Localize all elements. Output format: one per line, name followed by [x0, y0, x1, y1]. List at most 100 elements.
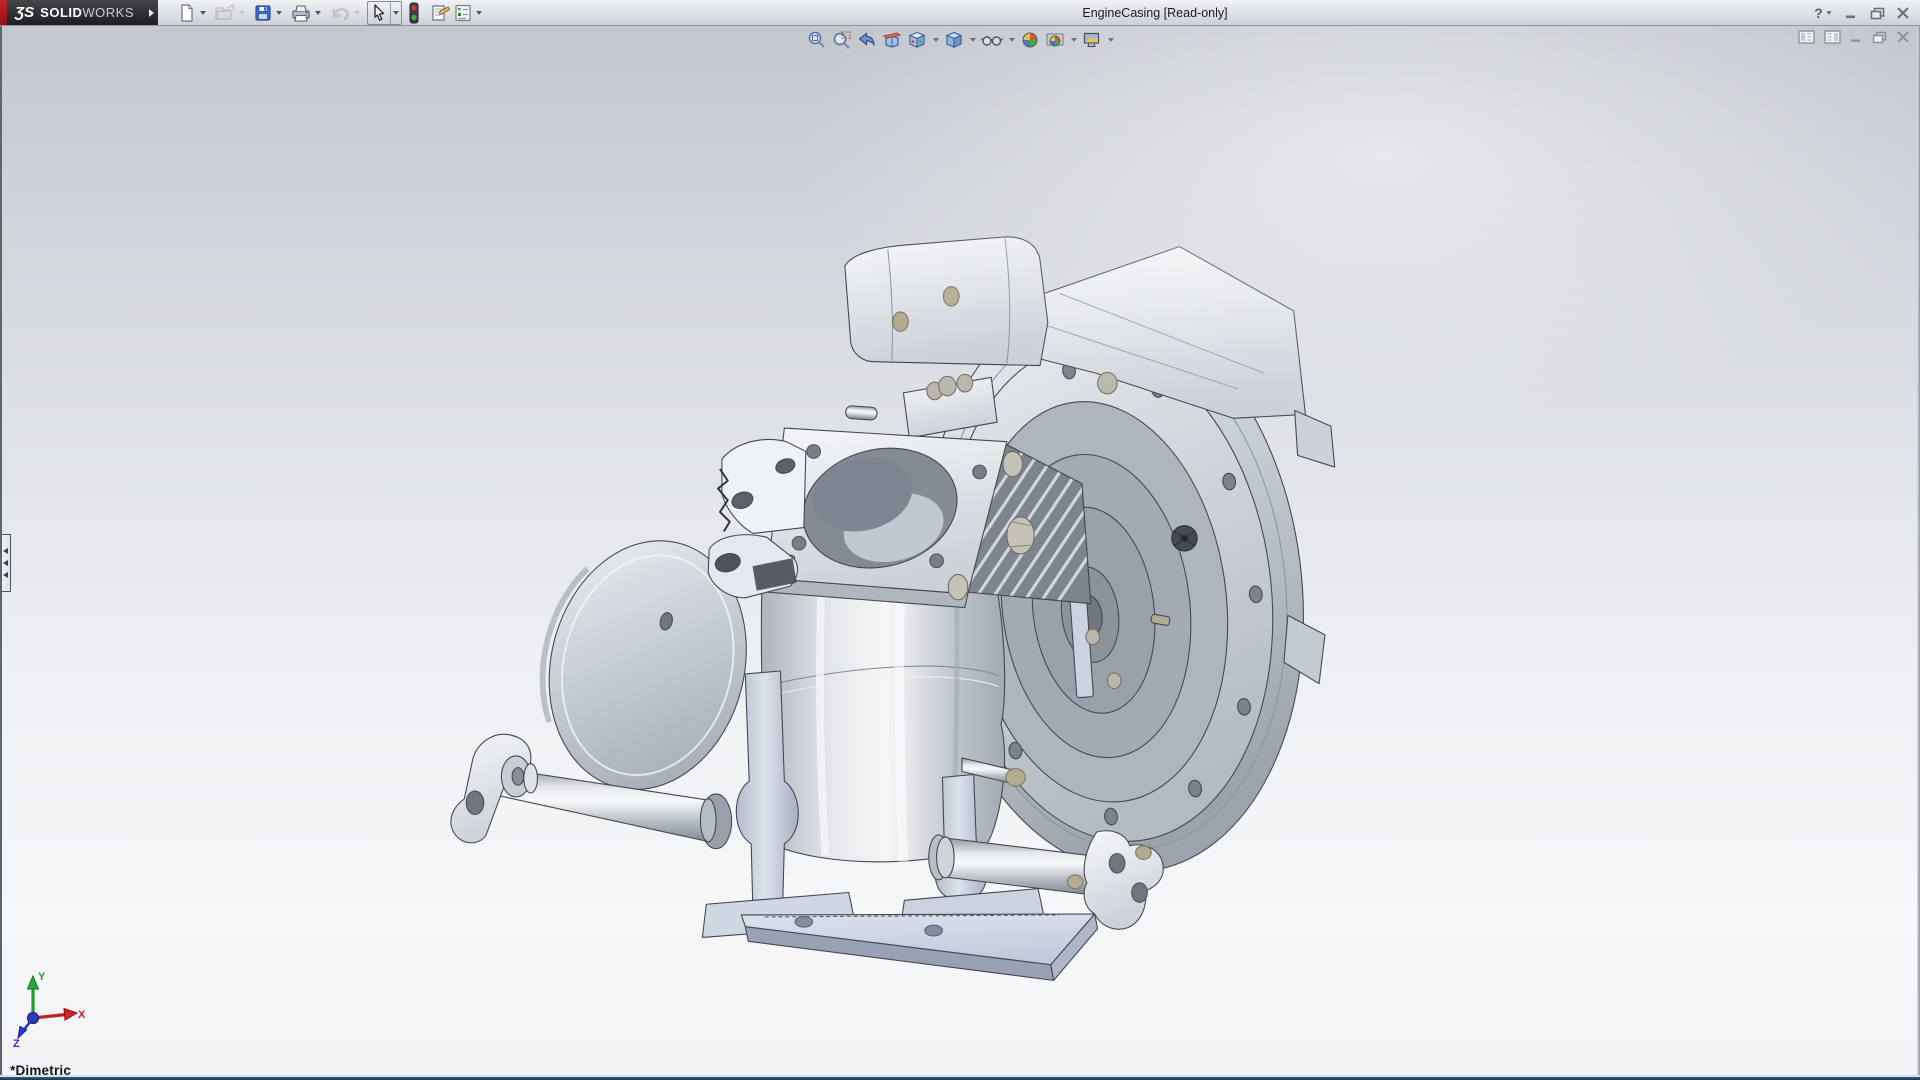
save-button[interactable]: [252, 1, 274, 25]
select-cursor-icon: [370, 3, 388, 23]
zoom-to-area-button[interactable]: [831, 29, 853, 51]
logo-mark: ƷS: [15, 4, 34, 21]
collapse-arrow-icon: [3, 560, 8, 566]
view-orientation-dropdown[interactable]: [931, 38, 940, 42]
reference-triad: Y X Z: [12, 970, 86, 1055]
zoom-to-area-icon: [832, 30, 852, 50]
accent-strip: [0, 0, 7, 25]
document-window-controls: [1798, 30, 1910, 44]
left-pane-icon: [1798, 30, 1815, 44]
print-dropdown[interactable]: [313, 1, 323, 25]
view-orientation-label: *Dimetric: [10, 1063, 71, 1075]
open-button[interactable]: [213, 1, 237, 25]
apply-scene-button[interactable]: [1044, 29, 1066, 51]
apply-scene-dropdown[interactable]: [1069, 38, 1078, 42]
triad-origin: [28, 1013, 39, 1024]
print-button[interactable]: [289, 1, 313, 25]
appearance-sphere-icon: [1020, 30, 1040, 50]
logo-brand-bold: SOLID: [40, 5, 82, 20]
section-view-icon: [882, 30, 902, 50]
help-button[interactable]: ?: [1810, 3, 1836, 23]
options-dropdown[interactable]: [474, 1, 484, 25]
restore-button[interactable]: [1866, 3, 1888, 23]
hide-show-items-button[interactable]: [980, 29, 1004, 51]
display-style-dropdown[interactable]: [968, 38, 977, 42]
help-icon: ?: [1814, 5, 1823, 21]
zoom-to-fit-icon: [807, 30, 827, 50]
view-settings-icon: [1082, 30, 1102, 50]
rebuild-button[interactable]: [406, 1, 422, 25]
z-axis-label: Z: [13, 1038, 20, 1050]
undo-icon: [329, 3, 351, 23]
restore-document-button[interactable]: [1872, 31, 1887, 44]
minimize-button[interactable]: [1840, 3, 1862, 23]
restore-document-icon: [1872, 31, 1887, 44]
traffic-light-icon: [407, 2, 421, 24]
show-right-pane-button[interactable]: [1824, 30, 1841, 44]
file-properties-icon: [429, 3, 451, 23]
x-axis-arrowhead: [64, 1009, 77, 1021]
flyout-arrow-icon: [149, 9, 154, 17]
display-style-button[interactable]: [943, 29, 965, 51]
headsup-view-toolbar: [806, 29, 1115, 51]
solidworks-window: ƷS SOLIDWORKS: [0, 0, 1920, 1080]
title-bar: ƷS SOLIDWORKS: [0, 0, 1920, 26]
engine-casing-model: [0, 26, 1920, 1075]
window-border-left: [0, 26, 2, 1080]
new-document-icon: [177, 3, 197, 23]
zoom-to-fit-button[interactable]: [806, 29, 828, 51]
file-properties-button[interactable]: [428, 1, 452, 25]
graphics-viewport[interactable]: Y X Z *Dimetric: [0, 26, 1920, 1075]
menu-flyout-arrow[interactable]: [144, 0, 158, 25]
section-view-button[interactable]: [881, 29, 903, 51]
collapse-arrow-icon: [3, 572, 8, 578]
x-axis-label: X: [78, 1009, 86, 1021]
new-document-dropdown[interactable]: [198, 1, 208, 25]
view-settings-dropdown[interactable]: [1106, 38, 1115, 42]
select-tool-dropdown[interactable]: [390, 2, 401, 24]
open-dropdown[interactable]: [237, 1, 247, 25]
window-controls: ?: [1810, 0, 1914, 26]
y-axis-label: Y: [38, 971, 46, 983]
print-icon: [290, 3, 312, 23]
previous-view-icon: [857, 30, 877, 50]
close-button[interactable]: [1892, 3, 1914, 23]
minimize-icon: [1845, 7, 1858, 19]
y-axis-arrowhead: [28, 976, 39, 989]
model-geometry: [451, 237, 1335, 981]
hide-show-items-dropdown[interactable]: [1007, 38, 1016, 42]
edit-appearance-button[interactable]: [1019, 29, 1041, 51]
previous-view-button[interactable]: [856, 29, 878, 51]
window-border-bottom: [0, 1075, 1920, 1080]
document-title: EngineCasing [Read-only]: [520, 0, 1790, 26]
close-icon: [1896, 7, 1910, 19]
undo-dropdown[interactable]: [352, 1, 362, 25]
select-tool-button[interactable]: [368, 2, 390, 24]
view-settings-button[interactable]: [1081, 29, 1103, 51]
options-icon: [453, 3, 473, 23]
collapse-arrow-icon: [3, 548, 8, 554]
close-document-button[interactable]: [1896, 31, 1910, 43]
right-pane-icon: [1824, 30, 1841, 44]
undo-button[interactable]: [328, 1, 352, 25]
minimize-document-button[interactable]: [1850, 31, 1863, 43]
show-left-pane-button[interactable]: [1798, 30, 1815, 44]
minimize-document-icon: [1850, 31, 1863, 43]
help-dropdown-icon: [1826, 11, 1831, 14]
solidworks-logo: ƷS SOLIDWORKS: [7, 0, 144, 25]
main-toolbar: [176, 0, 489, 25]
logo-brand-light: WORKS: [82, 5, 134, 20]
save-dropdown[interactable]: [274, 1, 284, 25]
select-tool-group: [367, 1, 402, 25]
view-orientation-button[interactable]: [906, 29, 928, 51]
view-orientation-icon: [907, 30, 927, 50]
apply-scene-icon: [1045, 30, 1065, 50]
restore-icon: [1870, 7, 1885, 20]
open-icon: [214, 3, 236, 23]
new-document-button[interactable]: [176, 1, 198, 25]
display-style-icon: [944, 30, 964, 50]
options-button[interactable]: [452, 1, 474, 25]
close-document-icon: [1896, 31, 1910, 43]
save-icon: [253, 3, 273, 23]
eyeglasses-icon: [981, 30, 1003, 50]
